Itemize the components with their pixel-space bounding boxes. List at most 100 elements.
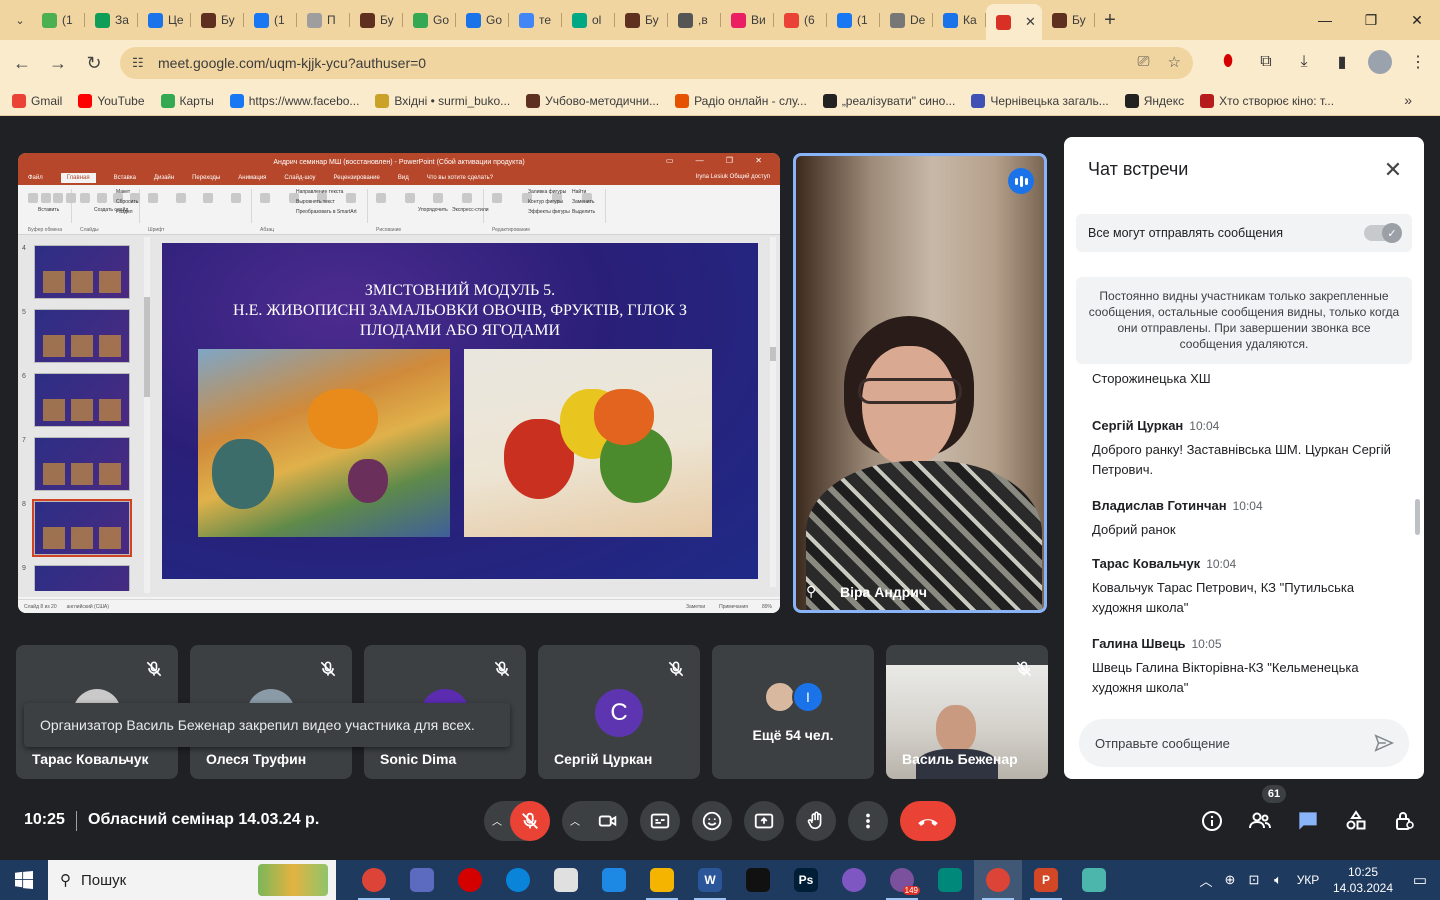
- browser-tab[interactable]: Бу: [1042, 4, 1095, 36]
- presentation-tile[interactable]: Андрич семинар МШ (восстановлен) - Power…: [18, 153, 780, 613]
- opera-extension-icon[interactable]: ⬮: [1214, 48, 1242, 76]
- taskbar-app-app-green[interactable]: [734, 860, 782, 900]
- browser-tab[interactable]: (1: [32, 4, 85, 36]
- taskbar-app-app-tool[interactable]: [1070, 860, 1118, 900]
- new-tab-button[interactable]: +: [1095, 9, 1125, 32]
- volume-icon[interactable]: 🔈︎: [1266, 872, 1290, 888]
- camera-button[interactable]: [588, 801, 628, 841]
- browser-tab[interactable]: Це: [138, 4, 191, 36]
- taskbar-clock[interactable]: 10:25 14.03.2024: [1326, 864, 1400, 896]
- menu-kebab-icon[interactable]: ⋮: [1404, 48, 1432, 76]
- site-info-icon[interactable]: ☷: [132, 55, 154, 71]
- chat-message-input[interactable]: Отправьте сообщение: [1079, 719, 1409, 767]
- taskbar-app-opera[interactable]: [446, 860, 494, 900]
- send-icon[interactable]: [1373, 732, 1395, 754]
- camera-in-use-icon[interactable]: ⎚: [1138, 53, 1150, 71]
- taskbar-app-chrome[interactable]: [350, 860, 398, 900]
- browser-tab[interactable]: (1: [244, 4, 297, 36]
- taskbar-app-photoshop[interactable]: Ps: [782, 860, 830, 900]
- bookmark-star-icon[interactable]: ☆: [1168, 53, 1181, 71]
- taskbar-app-app-blue[interactable]: [398, 860, 446, 900]
- bookmark-item[interactable]: Яндекс: [1124, 93, 1184, 108]
- start-button[interactable]: [0, 860, 48, 900]
- bookmark-item[interactable]: Карты: [160, 93, 214, 108]
- browser-tab[interactable]: За: [85, 4, 138, 36]
- slide-thumbnail[interactable]: [34, 245, 130, 299]
- slide-thumbnail[interactable]: [34, 437, 130, 491]
- host-controls-button[interactable]: [1390, 807, 1418, 835]
- chat-scrollbar[interactable]: [1415, 499, 1420, 535]
- bookmark-item[interactable]: Радіо онлайн - слу...: [675, 93, 807, 108]
- bookmark-item[interactable]: Gmail: [12, 93, 62, 108]
- captions-button[interactable]: [640, 801, 680, 841]
- keyboard-language[interactable]: УКР: [1290, 873, 1326, 887]
- camera-options-chevron-icon[interactable]: ︿: [570, 813, 580, 828]
- bookmark-item[interactable]: Хто створює кіно: т...: [1200, 93, 1334, 108]
- taskbar-app-explorer[interactable]: [638, 860, 686, 900]
- speaker-tile[interactable]: ⚲ Віра Андрич: [793, 153, 1047, 613]
- close-window-button[interactable]: ✕: [1394, 0, 1440, 40]
- browser-tab[interactable]: Бу: [615, 4, 668, 36]
- browser-tab[interactable]: Ви: [721, 4, 774, 36]
- bookmark-item[interactable]: Учбово-методични...: [526, 93, 659, 108]
- taskbar-app-powerpoint[interactable]: P: [1022, 860, 1070, 900]
- reactions-button[interactable]: [692, 801, 732, 841]
- mic-options-chevron-icon[interactable]: ︿: [492, 813, 502, 828]
- taskbar-app-screen[interactable]: [590, 860, 638, 900]
- close-tab-icon[interactable]: ✕: [1025, 14, 1036, 30]
- maximize-button[interactable]: ❐: [1348, 0, 1394, 40]
- more-participants-tile[interactable]: I Ещё 54 чел.: [712, 645, 874, 779]
- people-button[interactable]: [1246, 807, 1274, 835]
- slide-thumbnail[interactable]: [34, 373, 130, 427]
- more-bookmarks-icon[interactable]: »: [1404, 92, 1412, 108]
- browser-tab[interactable]: те: [509, 4, 562, 36]
- reload-button[interactable]: ↻: [76, 45, 112, 81]
- browser-tab[interactable]: Go: [403, 4, 456, 36]
- close-chat-icon[interactable]: ✕: [1378, 155, 1408, 185]
- activities-button[interactable]: [1342, 807, 1370, 835]
- profile-avatar[interactable]: [1366, 48, 1394, 76]
- taskbar-app-viber[interactable]: 149: [878, 860, 926, 900]
- raise-hand-button[interactable]: [796, 801, 836, 841]
- bookmark-item[interactable]: Чернівецька загаль...: [971, 93, 1109, 108]
- tray-overflow-icon[interactable]: ︿: [1194, 871, 1218, 890]
- video-participant-tile[interactable]: Василь Беженар: [886, 645, 1048, 779]
- slide-thumbnail[interactable]: [34, 309, 130, 363]
- bookmark-item[interactable]: YouTube: [78, 93, 145, 108]
- network-icon[interactable]: ⊡: [1242, 872, 1266, 888]
- slide-thumbnail[interactable]: [32, 499, 132, 557]
- browser-tab[interactable]: De: [880, 4, 933, 36]
- forward-button[interactable]: →: [40, 45, 76, 81]
- browser-tab[interactable]: Ка: [933, 4, 986, 36]
- microphone-off-button[interactable]: [510, 801, 550, 841]
- back-button[interactable]: ←: [4, 45, 40, 81]
- browser-tab[interactable]: Бу: [350, 4, 403, 36]
- taskbar-app-edge[interactable]: [494, 860, 542, 900]
- browser-tab[interactable]: (1: [827, 4, 880, 36]
- bookmark-item[interactable]: „реалізувати" сино...: [822, 93, 955, 108]
- browser-tab[interactable]: (6: [774, 4, 827, 36]
- browser-tab[interactable]: П: [297, 4, 350, 36]
- extensions-icon[interactable]: ⧉: [1252, 48, 1280, 76]
- slide-thumbnail[interactable]: [34, 565, 130, 591]
- tab-search-button[interactable]: ⌄: [8, 8, 32, 32]
- address-bar[interactable]: ☷ meet.google.com/uqm-kjjk-ycu?authuser=…: [120, 47, 1193, 79]
- more-options-button[interactable]: [848, 801, 888, 841]
- taskbar-app-chrome-meet[interactable]: [974, 860, 1022, 900]
- chat-permission-toggle[interactable]: ✓: [1364, 223, 1402, 243]
- bookmark-item[interactable]: Вхідні • surmi_buko...: [375, 93, 510, 108]
- notifications-icon[interactable]: ▭: [1400, 871, 1440, 889]
- taskbar-app-word[interactable]: W: [686, 860, 734, 900]
- browser-tab[interactable]: ,в: [668, 4, 721, 36]
- bookmark-item[interactable]: https://www.facebo...: [229, 93, 359, 108]
- minimize-button[interactable]: —: [1302, 0, 1348, 40]
- taskbar-app-app-teal[interactable]: [926, 860, 974, 900]
- download-icon[interactable]: ⤓: [1290, 48, 1318, 76]
- leave-call-button[interactable]: [900, 801, 956, 841]
- browser-tab[interactable]: Go: [456, 4, 509, 36]
- taskbar-app-document[interactable]: [542, 860, 590, 900]
- meeting-details-button[interactable]: [1198, 807, 1226, 835]
- browser-tab[interactable]: Бу: [191, 4, 244, 36]
- taskbar-search[interactable]: ⚲ Пошук: [48, 860, 336, 900]
- browser-tab[interactable]: ✕: [986, 4, 1042, 40]
